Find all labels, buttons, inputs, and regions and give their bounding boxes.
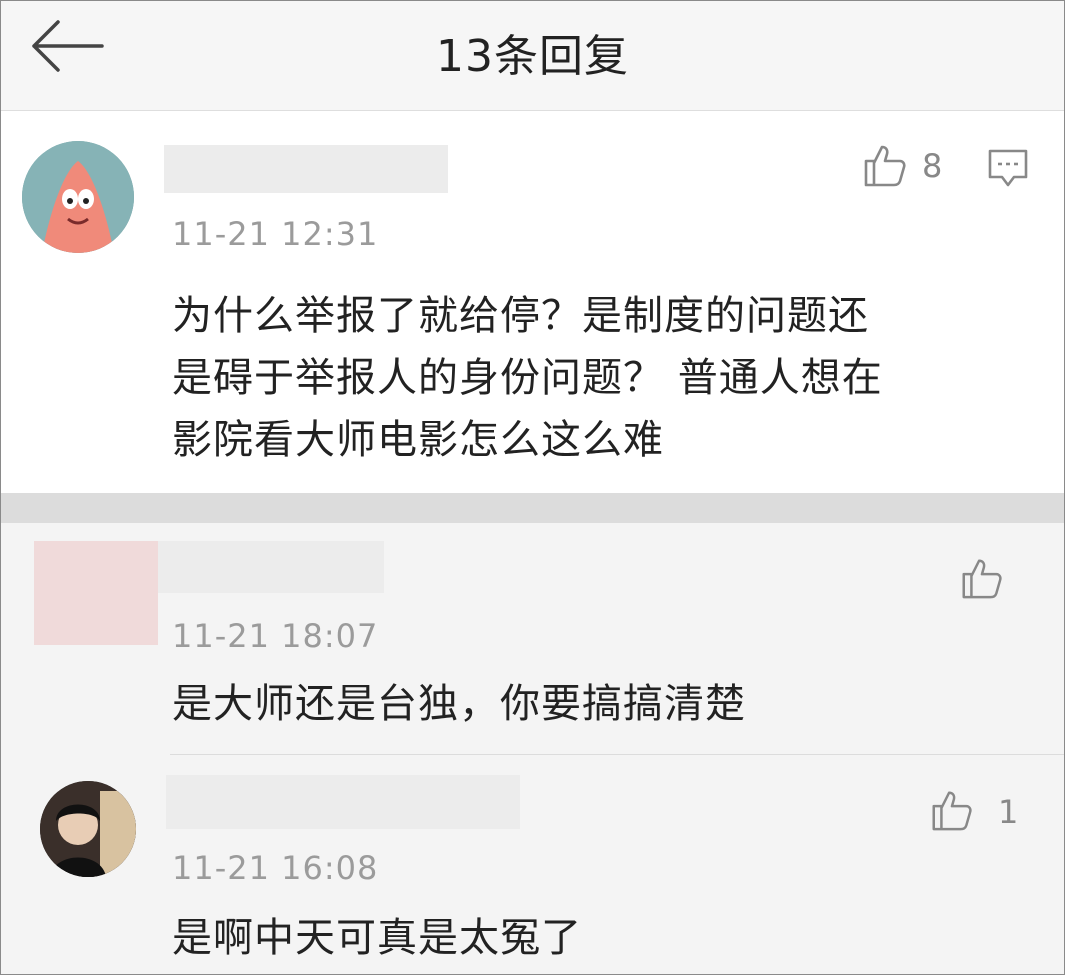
divider: [170, 754, 1065, 755]
like-button[interactable]: [928, 787, 974, 837]
reply-time: 11-21 18:07: [172, 617, 379, 655]
avatar-redacted[interactable]: [34, 541, 158, 645]
comment-time: 11-21 12:31: [172, 215, 379, 253]
like-count: 8: [922, 147, 943, 185]
thumbs-up-icon: [962, 559, 1002, 599]
page-title: 13条回复: [436, 31, 629, 82]
content-line: 是碍于举报人的身份问题？ 普通人想在: [172, 355, 883, 401]
thumbs-up-icon: [864, 145, 906, 187]
reply-list: 11-21 18:07 是大师还是台独，你要搞搞清楚 11-21 16:08 1…: [0, 523, 1065, 975]
reply-time: 11-21 16:08: [172, 849, 379, 887]
avatar-image: [40, 781, 136, 877]
thumbs-up-icon: [932, 791, 972, 831]
avatar[interactable]: [40, 781, 136, 877]
comment-content: 为什么举报了就给停？是制度的问题还 是碍于举报人的身份问题？ 普通人想在 影院看…: [172, 285, 883, 471]
like-count: 1: [998, 793, 1019, 831]
username-redacted[interactable]: [166, 775, 520, 829]
like-button[interactable]: [860, 141, 908, 193]
reply-content: 是大师还是台独，你要搞搞清楚: [172, 681, 746, 727]
section-divider: [0, 493, 1065, 523]
avatar-image: [22, 141, 134, 253]
top-bar: 13条回复: [0, 0, 1065, 111]
reply-button[interactable]: [986, 147, 1030, 193]
username-redacted[interactable]: [164, 145, 448, 193]
reply-content: 是啊中天可真是太冤了: [172, 915, 582, 961]
main-comment: 11-21 12:31 8 为什么举报了就给停？是制度的问题还 是碍于举报人的身…: [0, 111, 1065, 493]
avatar[interactable]: [22, 141, 134, 253]
username-redacted[interactable]: [158, 541, 384, 593]
like-button[interactable]: [958, 555, 1004, 605]
comment-icon: [988, 149, 1028, 187]
content-line: 为什么举报了就给停？是制度的问题还: [172, 293, 869, 339]
content-line: 影院看大师电影怎么这么难: [172, 417, 664, 463]
